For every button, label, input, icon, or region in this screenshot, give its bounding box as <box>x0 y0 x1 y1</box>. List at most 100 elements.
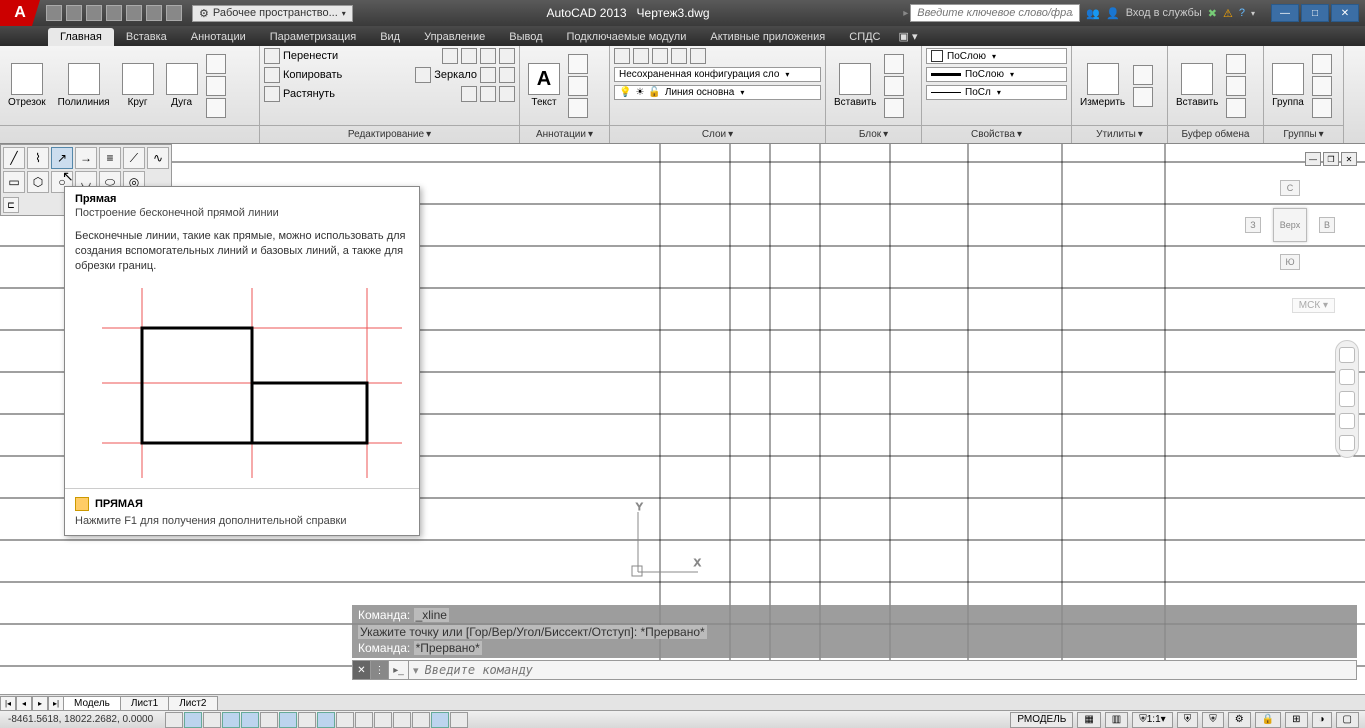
chevron-down-icon[interactable]: ▾ <box>728 129 733 140</box>
polyline-button[interactable]: Полилиния <box>54 61 114 110</box>
toolbar-lock-icon[interactable]: 🔒 <box>1255 712 1281 728</box>
tablet-icon[interactable] <box>450 712 468 728</box>
wcs-label[interactable]: МСК ▾ <box>1292 298 1335 313</box>
tab-view[interactable]: Вид <box>368 28 412 46</box>
hardware-accel-icon[interactable]: ⊞ <box>1285 712 1307 728</box>
trim-icon[interactable] <box>461 48 477 64</box>
color-dropdown[interactable]: ПоСлою <box>926 48 1067 64</box>
3dpoly-tool-icon[interactable]: ⟋ <box>123 147 145 169</box>
array-icon[interactable] <box>480 86 496 102</box>
anno-scale-button[interactable]: ⛨ 1:1 ▾ <box>1132 712 1172 728</box>
layout-tab-model[interactable]: Модель <box>63 696 121 711</box>
polyline-tool-icon[interactable]: ⌇ <box>27 147 49 169</box>
chevron-down-icon[interactable]: ▾ <box>426 129 431 140</box>
copy-clip-icon[interactable] <box>1226 76 1246 96</box>
mirror-icon[interactable] <box>415 67 431 83</box>
transparency-icon[interactable] <box>355 712 373 728</box>
grid-icon[interactable] <box>184 712 202 728</box>
insert-block-button[interactable]: Вставить <box>830 61 880 110</box>
model-space-button[interactable]: РМОДЕЛЬ <box>1010 712 1073 728</box>
fillet-icon[interactable] <box>480 67 496 83</box>
layer-lock-icon[interactable] <box>690 48 706 64</box>
chevron-down-icon[interactable]: ▾ <box>883 129 888 140</box>
viewcube-top[interactable]: Верх <box>1273 208 1307 242</box>
explode-icon[interactable] <box>499 67 515 83</box>
signin-icon[interactable]: 👤 <box>1106 7 1120 20</box>
rect-icon[interactable] <box>206 54 226 74</box>
qat-undo-icon[interactable] <box>146 5 162 21</box>
sc-icon[interactable] <box>393 712 411 728</box>
help-icon[interactable]: ⚠ <box>1223 7 1233 20</box>
pan-icon[interactable] <box>1339 369 1355 385</box>
hatch-icon[interactable] <box>206 98 226 118</box>
qp-icon[interactable] <box>374 712 392 728</box>
move-icon[interactable] <box>264 48 280 64</box>
orbit-icon[interactable] <box>1339 413 1355 429</box>
polar-icon[interactable] <box>222 712 240 728</box>
qselect-icon[interactable] <box>1133 87 1153 107</box>
showmotion-icon[interactable] <box>1339 435 1355 451</box>
group-edit-icon[interactable] <box>1312 76 1332 96</box>
zoom-icon[interactable] <box>1339 391 1355 407</box>
xline-tool-icon[interactable]: ↗ <box>51 147 73 169</box>
otrack-icon[interactable] <box>279 712 297 728</box>
line-button[interactable]: Отрезок <box>4 61 50 110</box>
stretch-icon[interactable] <box>264 86 280 102</box>
ungroup-icon[interactable] <box>1312 54 1332 74</box>
qat-redo-icon[interactable] <box>166 5 182 21</box>
layer-dropdown[interactable]: 💡☀🔓Линия основна <box>614 85 821 100</box>
anno-auto-icon[interactable]: ⛨ <box>1202 712 1224 728</box>
chevron-down-icon[interactable]: ▾ <box>1251 9 1255 18</box>
cmd-close-icon[interactable]: ✕ <box>353 661 371 679</box>
tab-apps[interactable]: Активные приложения <box>698 28 837 46</box>
line-tool-icon[interactable]: ╱ <box>3 147 25 169</box>
pin-icon[interactable]: ⊏ <box>3 197 19 213</box>
workspace-selector[interactable]: ⚙ Рабочее пространство... ▾ <box>192 5 353 22</box>
spline-tool-icon[interactable]: ∿ <box>147 147 169 169</box>
layer-prop-icon[interactable] <box>614 48 630 64</box>
snap-icon[interactable] <box>165 712 183 728</box>
offset-icon[interactable] <box>499 86 515 102</box>
leader-icon[interactable] <box>568 76 588 96</box>
ducs-icon[interactable] <box>298 712 316 728</box>
quickview-icon[interactable]: ▦ <box>1077 712 1100 728</box>
exchange-x-icon[interactable]: ✖ <box>1208 7 1217 20</box>
anno-vis-icon[interactable]: ⛨ <box>1177 712 1199 728</box>
polygon-tool-icon[interactable]: ⬡ <box>27 171 49 193</box>
lwt-icon[interactable] <box>336 712 354 728</box>
tab-insert[interactable]: Вставка <box>114 28 179 46</box>
close-button[interactable]: ✕ <box>1331 4 1359 22</box>
wheel-icon[interactable] <box>1339 347 1355 363</box>
text-button[interactable]: AТекст <box>524 61 564 110</box>
tab-spds[interactable]: СПДС <box>837 28 892 46</box>
rotate-icon[interactable] <box>442 48 458 64</box>
cut-icon[interactable] <box>1226 54 1246 74</box>
ray-tool-icon[interactable]: → <box>75 147 97 169</box>
doc-minimize-button[interactable]: — <box>1305 152 1321 166</box>
tab-manage[interactable]: Управление <box>412 28 497 46</box>
tab-extra[interactable]: ▣ ▾ <box>893 27 924 46</box>
layout-tab-sheet1[interactable]: Лист1 <box>120 696 169 711</box>
dyn-icon[interactable] <box>317 712 335 728</box>
chevron-down-icon[interactable]: ▾ <box>588 129 593 140</box>
minimize-button[interactable]: — <box>1271 4 1299 22</box>
group-sel-icon[interactable] <box>1312 98 1332 118</box>
qat-open-icon[interactable] <box>66 5 82 21</box>
table-icon[interactable] <box>568 98 588 118</box>
tab-home[interactable]: Главная <box>48 28 114 46</box>
linetype-dropdown[interactable]: ПоСл <box>926 85 1067 100</box>
create-block-icon[interactable] <box>884 54 904 74</box>
signin-link[interactable]: Вход в службы <box>1126 7 1202 19</box>
matchprop-icon[interactable] <box>1226 98 1246 118</box>
cmd-handle-icon[interactable]: ⋮ <box>371 661 389 679</box>
mline-tool-icon[interactable]: ≡ <box>99 147 121 169</box>
info-icon[interactable]: ? <box>1239 7 1245 19</box>
app-logo[interactable]: A <box>0 0 40 26</box>
tab-plugins[interactable]: Подключаемые модули <box>555 28 699 46</box>
rect-tool-icon[interactable]: ▭ <box>3 171 25 193</box>
chevron-down-icon[interactable]: ▾ <box>1017 129 1022 140</box>
erase-icon[interactable] <box>499 48 515 64</box>
copy-icon[interactable] <box>264 67 280 83</box>
layout-tab-sheet2[interactable]: Лист2 <box>168 696 217 711</box>
clean-screen-icon[interactable]: ▢ <box>1336 712 1359 728</box>
